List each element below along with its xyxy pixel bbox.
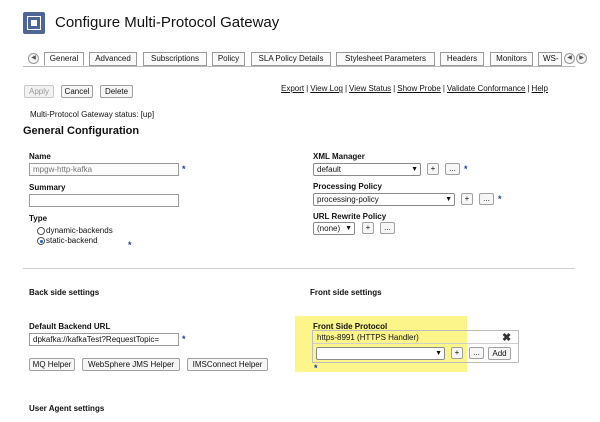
imsconnect-helper-button[interactable]: IMSConnect Helper (187, 358, 268, 371)
view-log-link[interactable]: View Log (310, 84, 343, 93)
show-probe-link[interactable]: Show Probe (397, 84, 441, 93)
front-side-protocol-edit-button[interactable]: ... (469, 347, 484, 359)
type-dynamic-backends-radio[interactable] (37, 227, 45, 235)
processing-policy-select[interactable]: processing-policy ▼ (313, 193, 455, 206)
xml-manager-add-button[interactable]: + (427, 163, 439, 175)
app-logo-icon (23, 12, 45, 34)
processing-policy-edit-button[interactable]: ... (479, 193, 494, 205)
url-rewrite-policy-label: URL Rewrite Policy (313, 212, 387, 221)
tab-policy[interactable]: Policy (212, 52, 245, 66)
apply-button[interactable]: Apply (24, 85, 54, 98)
section-divider (23, 268, 575, 269)
tab-bar: ◀ General Advanced Subscriptions Policy … (23, 52, 587, 66)
processing-policy-label: Processing Policy (313, 182, 382, 191)
general-configuration-heading: General Configuration (23, 125, 140, 137)
front-side-protocol-add-new-button[interactable]: + (451, 347, 463, 359)
tab-general[interactable]: General (44, 52, 84, 66)
back-side-heading: Back side settings (29, 288, 100, 297)
websphere-jms-helper-button[interactable]: WebSphere JMS Helper (82, 358, 180, 371)
front-side-heading: Front side settings (310, 288, 382, 297)
tab-divider (23, 66, 575, 67)
required-marker: * (182, 164, 186, 174)
add-button[interactable]: Add (488, 347, 511, 360)
required-marker: * (182, 334, 186, 344)
chevron-down-icon: ▼ (445, 196, 452, 203)
chevron-down-icon: ▼ (345, 225, 352, 232)
chevron-down-icon: ▼ (435, 350, 442, 357)
cancel-button[interactable]: Cancel (61, 85, 93, 98)
xml-manager-edit-button[interactable]: ... (445, 163, 460, 175)
xml-manager-label: XML Manager (313, 152, 365, 161)
delete-x-icon[interactable]: ✖ (502, 331, 511, 344)
required-marker: * (464, 164, 468, 174)
required-marker: * (128, 240, 132, 250)
tab-stylesheet-parameters[interactable]: Stylesheet Parameters (336, 52, 435, 66)
tab-sla-policy-details[interactable]: SLA Policy Details (251, 52, 331, 66)
default-backend-url-field[interactable]: dpkafka://kafkaTest?RequestTopic= (29, 333, 179, 346)
user-agent-heading: User Agent settings (29, 404, 105, 413)
chevron-left-page-icon[interactable]: ◀ (564, 53, 575, 64)
tab-headers[interactable]: Headers (440, 52, 484, 66)
required-marker: * (498, 194, 502, 204)
mq-helper-button[interactable]: MQ Helper (29, 358, 75, 371)
summary-label: Summary (29, 183, 66, 192)
type-static-backend-radio[interactable] (37, 237, 45, 245)
type-label: Type (29, 214, 48, 223)
default-backend-url-label: Default Backend URL (29, 322, 111, 331)
name-field[interactable]: mpgw-http-kafka (29, 163, 179, 176)
front-side-protocol-item[interactable]: https-8991 (HTTPS Handler) (317, 333, 419, 342)
url-rewrite-edit-button[interactable]: ... (380, 222, 395, 234)
chevron-right-page-icon[interactable]: ▶ (576, 53, 587, 64)
type-static-backend-label: static-backend (46, 236, 98, 245)
front-side-protocol-select[interactable]: ▼ (316, 347, 445, 360)
chevron-left-icon[interactable]: ◀ (28, 53, 39, 64)
tab-subscriptions[interactable]: Subscriptions (143, 52, 207, 66)
help-link[interactable]: Help (532, 84, 548, 93)
gateway-status: Multi-Protocol Gateway status: [up] (30, 110, 155, 119)
required-marker: * (314, 363, 318, 373)
chevron-down-icon: ▼ (411, 166, 418, 173)
validate-conformance-link[interactable]: Validate Conformance (447, 84, 526, 93)
xml-manager-select[interactable]: default ▼ (313, 163, 421, 176)
action-links: Export | View Log | View Status | Show Probe | V… (281, 84, 548, 93)
tab-monitors[interactable]: Monitors (490, 52, 533, 66)
view-status-link[interactable]: View Status (349, 84, 391, 93)
url-rewrite-policy-select[interactable]: (none) ▼ (313, 222, 355, 235)
processing-policy-add-button[interactable]: + (461, 193, 473, 205)
name-label: Name (29, 152, 51, 161)
export-link[interactable]: Export (281, 84, 304, 93)
summary-field[interactable] (29, 194, 179, 207)
tab-ws[interactable]: WS- (538, 52, 562, 66)
page-title: Configure Multi-Protocol Gateway (55, 14, 280, 31)
url-rewrite-add-button[interactable]: + (362, 222, 374, 234)
delete-button[interactable]: Delete (100, 85, 133, 98)
type-dynamic-backends-label: dynamic-backends (46, 226, 113, 235)
tab-advanced[interactable]: Advanced (89, 52, 137, 66)
